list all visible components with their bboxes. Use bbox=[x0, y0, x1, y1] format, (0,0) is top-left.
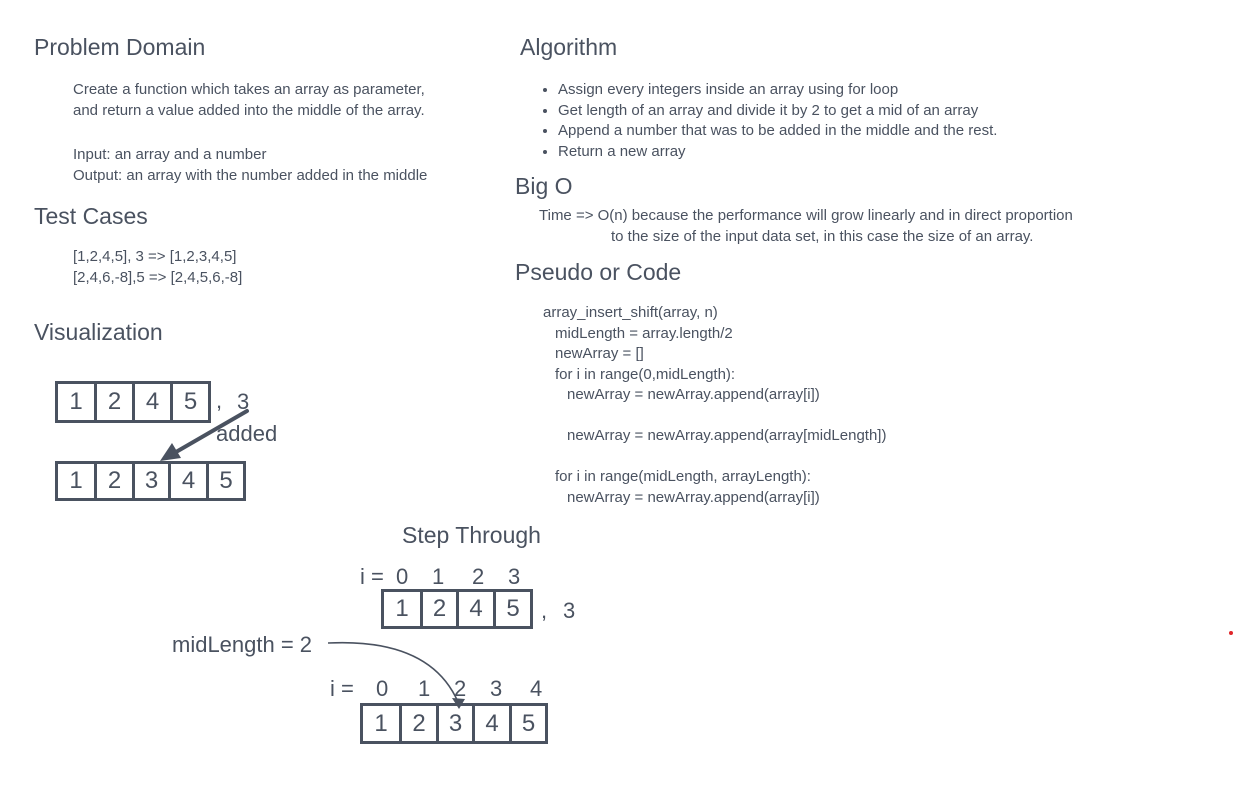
algorithm-heading: Algorithm bbox=[520, 34, 618, 60]
index-label: 2 bbox=[454, 676, 467, 701]
code-line: newArray = newArray.append(array[i]) bbox=[567, 386, 820, 403]
index-label: 4 bbox=[530, 676, 543, 701]
problem-description-line: Create a function which takes an array a… bbox=[73, 81, 425, 98]
index-label: 0 bbox=[376, 676, 389, 701]
viz-comma: , bbox=[216, 388, 223, 413]
array-cell: 3 bbox=[436, 703, 475, 744]
test-cases-list: [1,2,4,5], 3 => [1,2,3,4,5] [2,4,6,-8],5… bbox=[73, 247, 242, 288]
big-o-line: Time => O(n) because the performance wil… bbox=[539, 207, 1073, 224]
array-cell: 2 bbox=[399, 703, 439, 744]
step-insert-value: 3 bbox=[563, 598, 576, 623]
array-cell: 4 bbox=[168, 461, 209, 501]
algorithm-step: Return a new array bbox=[558, 142, 997, 163]
viz-insert-value: 3 bbox=[237, 389, 250, 414]
input-spec: Input: an array and a number bbox=[73, 146, 267, 163]
step-input-array: 1 2 4 5 bbox=[381, 589, 533, 629]
array-cell: 4 bbox=[132, 381, 173, 423]
code-line: newArray = [] bbox=[555, 345, 644, 362]
code-line: for i in range(midLength, arrayLength): bbox=[555, 468, 811, 485]
viz-input-array: 1 2 4 5 bbox=[55, 381, 211, 423]
code-line: newArray = newArray.append(array[midLeng… bbox=[567, 427, 887, 444]
problem-description-line: and return a value added into the middle… bbox=[73, 101, 425, 119]
output-spec: Output: an array with the number added i… bbox=[73, 166, 428, 184]
array-cell: 4 bbox=[456, 589, 496, 629]
array-cell: 5 bbox=[509, 703, 548, 744]
array-cell: 2 bbox=[94, 381, 135, 423]
index-label: 3 bbox=[490, 676, 503, 701]
step-result-array: 1 2 3 4 5 bbox=[360, 703, 548, 744]
array-cell: 5 bbox=[170, 381, 211, 423]
code-line: newArray = newArray.append(array[i]) bbox=[567, 488, 820, 506]
step-comma: , bbox=[541, 598, 548, 623]
index-label: 1 bbox=[418, 676, 431, 701]
algorithm-step: Assign every integers inside an array us… bbox=[558, 80, 997, 101]
array-cell: 1 bbox=[55, 461, 97, 501]
big-o-line: to the size of the input data set, in th… bbox=[611, 227, 1034, 245]
array-cell: 1 bbox=[360, 703, 402, 744]
algorithm-step: Get length of an array and divide it by … bbox=[558, 101, 997, 122]
code-line: array_insert_shift(array, n) bbox=[543, 304, 718, 321]
index-label: 3 bbox=[508, 564, 521, 589]
array-cell: 2 bbox=[420, 589, 459, 629]
step-through-heading: Step Through bbox=[402, 522, 541, 548]
code-line: midLength = array.length/2 bbox=[555, 324, 733, 342]
index-label: 2 bbox=[472, 564, 485, 589]
problem-description: Create a function which takes an array a… bbox=[73, 80, 425, 121]
array-cell: 1 bbox=[381, 589, 423, 629]
algorithm-list: Assign every integers inside an array us… bbox=[538, 80, 997, 162]
array-cell: 4 bbox=[472, 703, 512, 744]
index-label: 0 bbox=[396, 564, 409, 589]
index-label: 1 bbox=[432, 564, 445, 589]
test-case: [1,2,4,5], 3 => [1,2,3,4,5] bbox=[73, 248, 237, 265]
bottom-index-label: i = bbox=[330, 676, 354, 701]
viz-result-array: 1 2 3 4 5 bbox=[55, 461, 246, 501]
problem-domain-heading: Problem Domain bbox=[34, 34, 206, 60]
test-cases-heading: Test Cases bbox=[34, 203, 148, 229]
marker-dot bbox=[1229, 631, 1233, 635]
pseudo-code-block: array_insert_shift(array, n) midLength =… bbox=[543, 303, 886, 508]
mid-length-label: midLength = 2 bbox=[172, 632, 313, 657]
code-line: for i in range(0,midLength): bbox=[555, 365, 736, 383]
algorithm-step: Append a number that was to be added in … bbox=[558, 121, 997, 142]
visualization-heading: Visualization bbox=[34, 319, 163, 345]
pseudo-code-heading: Pseudo or Code bbox=[515, 259, 682, 285]
big-o-heading: Big O bbox=[515, 173, 573, 199]
array-cell: 1 bbox=[55, 381, 97, 423]
array-cell: 2 bbox=[94, 461, 135, 501]
viz-added-label: added bbox=[216, 421, 278, 446]
problem-io: Input: an array and a number Output: an … bbox=[73, 145, 427, 186]
array-cell: 5 bbox=[493, 589, 533, 629]
array-cell: 5 bbox=[206, 461, 246, 501]
test-case: [2,4,6,-8],5 => [2,4,5,6,-8] bbox=[73, 268, 243, 286]
top-index-label: i = bbox=[360, 564, 384, 589]
array-cell: 3 bbox=[132, 461, 171, 501]
